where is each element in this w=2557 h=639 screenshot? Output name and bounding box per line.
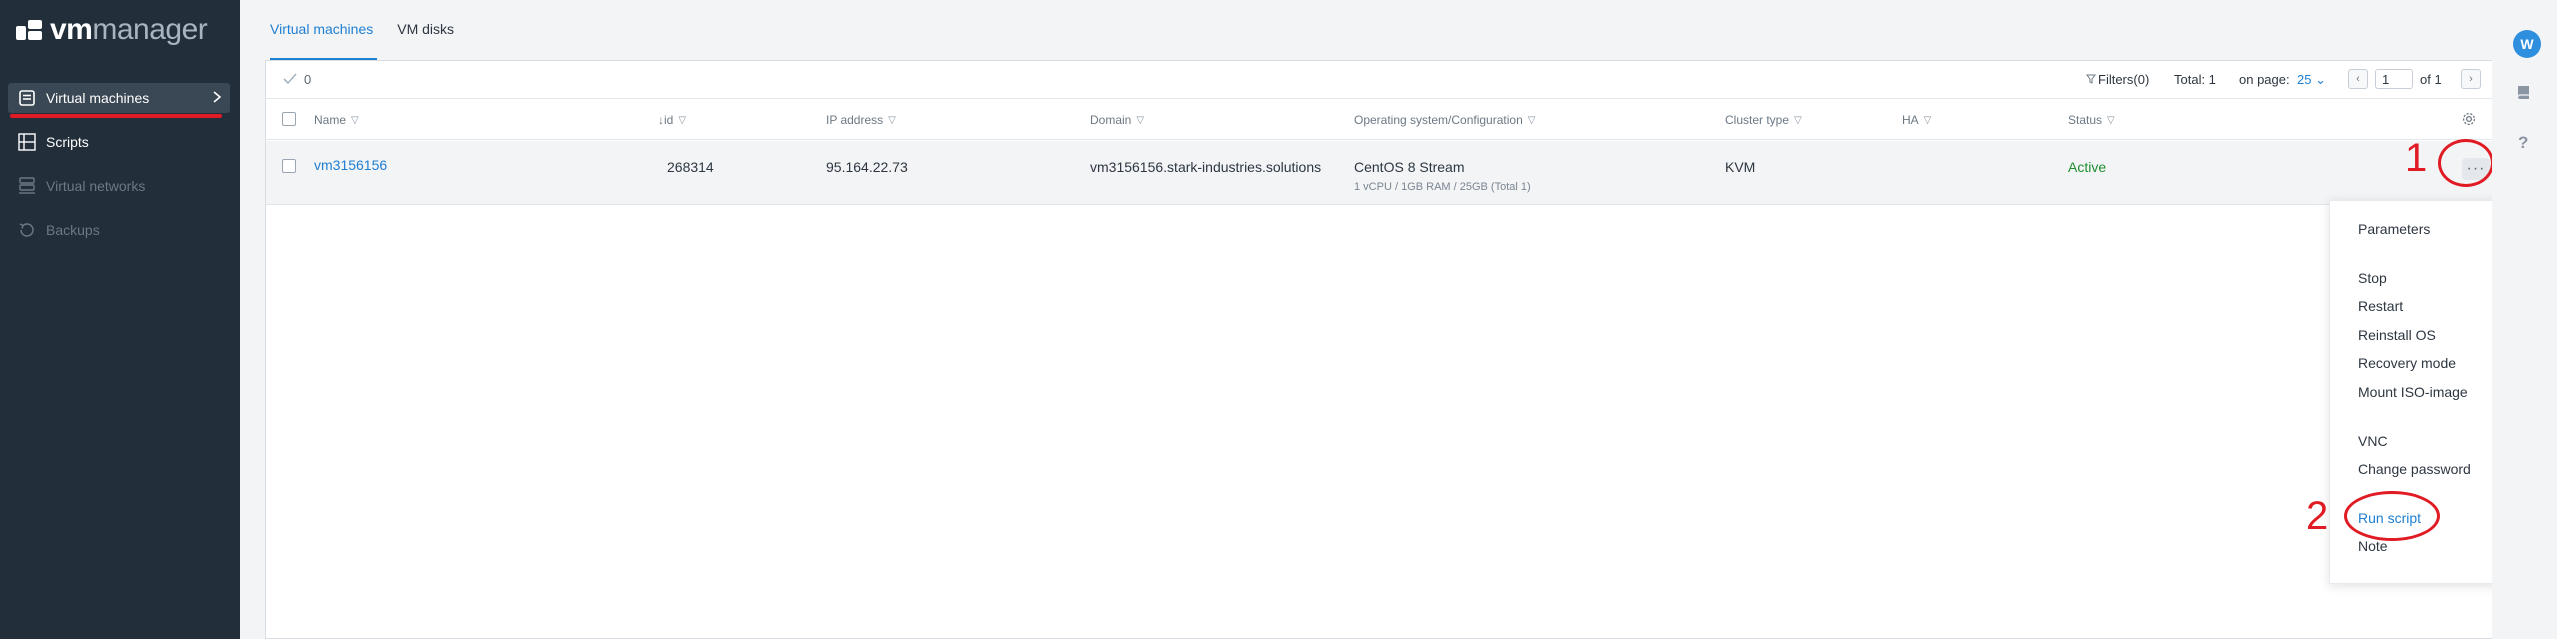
next-page-button[interactable]: ›	[2461, 69, 2481, 89]
annotation-underline	[10, 114, 222, 118]
menu-item-recovery-mode[interactable]: Recovery mode	[2358, 355, 2456, 371]
vm-config: 1 vCPU / 1GB RAM / 25GB (Total 1)	[1354, 181, 1531, 193]
table-header: Name ▽ ↓ id ▽ IP address ▽ Domain ▽ Operating…	[266, 100, 2492, 140]
tab-bar: Virtual machines VM disks	[270, 18, 474, 60]
menu-item-stop[interactable]: Stop	[2358, 270, 2387, 286]
right-rail: W ?	[2492, 0, 2557, 639]
on-page-label: on page:	[2239, 72, 2290, 87]
svg-text:?: ?	[2518, 133, 2528, 151]
vm-table-panel: 0 Filters(0) Total: 1 on page: 25 ⌄ ‹ of…	[265, 60, 2493, 639]
chevron-right-icon	[212, 90, 222, 107]
sidebar-item-label: Virtual networks	[46, 178, 146, 194]
sidebar-item-scripts[interactable]: Scripts	[8, 127, 230, 157]
filter-icon[interactable]: ▽	[1924, 115, 1932, 126]
scripts-icon	[16, 133, 38, 151]
menu-item-parameters[interactable]: Parameters	[2358, 221, 2430, 237]
sidebar-item-virtual-machines[interactable]: Virtual machines	[8, 83, 230, 113]
select-all-checkbox[interactable]	[282, 112, 296, 126]
total-count: Total: 1	[2174, 72, 2216, 87]
sidebar: vmmanager Virtual machines Scripts Virtu…	[0, 0, 240, 639]
table-toolbar: 0 Filters(0) Total: 1 on page: 25 ⌄ ‹ of…	[266, 61, 2492, 99]
networks-icon	[16, 177, 38, 195]
sidebar-item-backups[interactable]: Backups	[8, 215, 230, 245]
column-header-cluster-type[interactable]: Cluster type ▽	[1725, 113, 1802, 127]
sidebar-item-label: Virtual machines	[46, 90, 150, 106]
prev-page-button[interactable]: ‹	[2348, 69, 2368, 89]
sidebar-item-virtual-networks[interactable]: Virtual networks	[8, 171, 230, 201]
chevron-right-icon: ›	[2469, 73, 2473, 85]
column-header-id[interactable]: ↓ id ▽	[658, 113, 686, 127]
filter-icon[interactable]: ▽	[1794, 115, 1802, 126]
logo-text: vmmanager	[50, 13, 208, 46]
filter-icon[interactable]: ▽	[1136, 115, 1144, 126]
page-size-select[interactable]: 25 ⌄	[2297, 72, 2326, 88]
vm-ip: 95.164.22.73	[826, 159, 908, 175]
filter-icon[interactable]: ▽	[678, 115, 686, 126]
page-size-value: 25	[2297, 72, 2312, 87]
vm-status: Active	[2068, 159, 2107, 175]
annotation-circle-1	[2438, 139, 2494, 187]
filter-icon[interactable]: ▽	[351, 115, 359, 126]
vm-cluster-type: KVM	[1725, 159, 1756, 175]
annotation-number-1: 1	[2405, 136, 2428, 180]
main-content: Virtual machines VM disks 0 Filters(0) T…	[240, 0, 2493, 639]
help-icon[interactable]: ?	[2517, 133, 2531, 156]
sidebar-item-label: Backups	[46, 222, 100, 238]
sidebar-item-label: Scripts	[46, 134, 89, 150]
column-header-ip[interactable]: IP address ▽	[826, 113, 896, 127]
column-header-domain[interactable]: Domain ▽	[1090, 113, 1144, 127]
menu-item-restart[interactable]: Restart	[2358, 298, 2403, 314]
filter-icon[interactable]: ▽	[2107, 115, 2115, 126]
filters-label: Filters(0)	[2098, 72, 2150, 87]
table-row[interactable]: vm3156156 268314 95.164.22.73 vm3156156.…	[266, 141, 2492, 205]
backups-icon	[16, 221, 38, 239]
logo-mark-icon	[16, 20, 42, 40]
filter-icon[interactable]: ▽	[1528, 115, 1536, 126]
filters-button[interactable]: Filters(0)	[2086, 72, 2149, 87]
column-header-ha[interactable]: HA ▽	[1902, 113, 1931, 127]
chevron-down-icon: ⌄	[2315, 72, 2326, 87]
row-checkbox[interactable]	[282, 159, 296, 173]
book-icon[interactable]	[2515, 84, 2533, 107]
selected-count: 0	[304, 72, 312, 87]
tab-virtual-machines[interactable]: Virtual machines	[270, 18, 378, 60]
vm-name-link[interactable]: vm3156156	[314, 157, 387, 173]
annotation-number-2: 2	[2306, 494, 2329, 538]
vm-os: CentOS 8 Stream	[1354, 159, 1465, 175]
annotation-circle-2	[2344, 491, 2440, 541]
page-of-label: of 1	[2420, 72, 2442, 87]
app-logo[interactable]: vmmanager	[16, 13, 208, 46]
vm-list-icon	[16, 89, 38, 107]
filter-icon[interactable]: ▽	[888, 115, 896, 126]
checkmark-icon	[282, 72, 298, 89]
menu-item-mount-iso[interactable]: Mount ISO-image	[2358, 384, 2468, 400]
chevron-left-icon: ‹	[2356, 73, 2360, 85]
menu-item-change-password[interactable]: Change password	[2358, 461, 2471, 477]
page-number-input[interactable]	[2375, 69, 2413, 89]
column-header-os[interactable]: Operating system/Configuration ▽	[1354, 113, 1535, 127]
menu-item-vnc[interactable]: VNC	[2358, 433, 2388, 449]
tab-vm-disks[interactable]: VM disks	[397, 18, 454, 60]
filter-icon	[2086, 72, 2096, 87]
menu-item-reinstall-os[interactable]: Reinstall OS	[2358, 327, 2436, 343]
user-avatar[interactable]: W	[2513, 30, 2541, 58]
vm-domain: vm3156156.stark-industries.solutions	[1090, 159, 1322, 175]
gear-icon[interactable]	[2461, 111, 2477, 130]
column-header-name[interactable]: Name ▽	[314, 113, 359, 127]
column-header-status[interactable]: Status ▽	[2068, 113, 2115, 127]
vm-id: 268314	[667, 159, 714, 175]
